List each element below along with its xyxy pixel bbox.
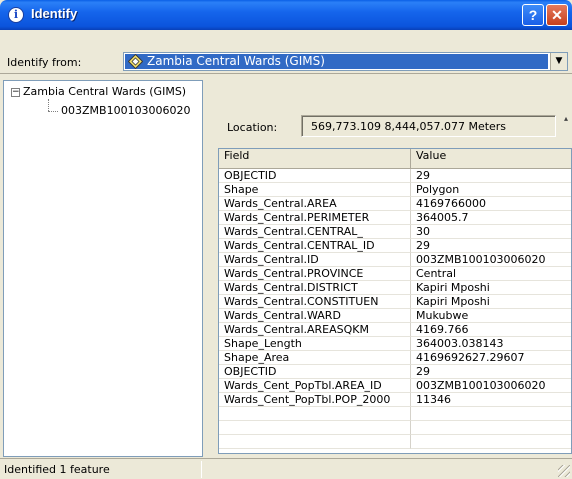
field-cell: Shape_Area: [219, 351, 411, 365]
field-cell: Wards_Central.CONSTITUEN: [219, 295, 411, 309]
value-cell: 11346: [411, 393, 571, 407]
dropdown-selection: Zambia Central Wards (GIMS): [125, 54, 548, 69]
results-tree[interactable]: − Zambia Central Wards (GIMS) 003ZMB1001…: [3, 80, 203, 457]
location-field: 569,773.109 8,444,057.077 Meters: [301, 115, 556, 137]
field-cell: Wards_Central.AREASQKM: [219, 323, 411, 337]
field-cell: Shape: [219, 183, 411, 197]
table-row[interactable]: OBJECTID 29: [219, 169, 571, 183]
field-cell: Wards_Central.CENTRAL_ID: [219, 239, 411, 253]
value-cell: 364005.7: [411, 211, 571, 225]
value-cell: 29: [411, 239, 571, 253]
field-cell: Wards_Central.DISTRICT: [219, 281, 411, 295]
value-cell: 29: [411, 365, 571, 379]
resize-grip-icon[interactable]: [558, 465, 570, 477]
title-bar[interactable]: i Identify ? ✕: [0, 0, 572, 30]
field-cell: Wards_Central.ID: [219, 253, 411, 267]
field-cell: Shape_Length: [219, 337, 411, 351]
table-row[interactable]: Wards_Central.CENTRAL_ID 29: [219, 239, 571, 253]
field-cell: [219, 435, 411, 449]
pane-splitter[interactable]: [205, 80, 211, 457]
value-cell: [411, 407, 571, 421]
table-row[interactable]: Wards_Central.PERIMETER 364005.7: [219, 211, 571, 225]
close-button[interactable]: ✕: [546, 4, 568, 26]
table-row[interactable]: Wards_Central.DISTRICT Kapiri Mposhi: [219, 281, 571, 295]
field-cell: Wards_Central.PROVINCE: [219, 267, 411, 281]
attributes-table[interactable]: Field Value OBJECTID 29 Shape Polygon Wards_…: [218, 148, 572, 454]
table-row[interactable]: Wards_Central.CENTRAL_ 30: [219, 225, 571, 239]
table-row[interactable]: Shape Polygon: [219, 183, 571, 197]
field-cell: Wards_Central.PERIMETER: [219, 211, 411, 225]
table-row[interactable]: [219, 407, 571, 421]
help-button[interactable]: ?: [522, 4, 544, 26]
value-cell: Kapiri Mposhi: [411, 281, 571, 295]
value-cell: 003ZMB100103006020: [411, 253, 571, 267]
info-icon: i: [8, 7, 24, 23]
field-cell: Wards_Central.CENTRAL_: [219, 225, 411, 239]
field-cell: Wards_Cent_PopTbl.POP_2000: [219, 393, 411, 407]
field-cell: Wards_Central.WARD: [219, 309, 411, 323]
value-cell: 364003.038143: [411, 337, 571, 351]
value-cell: Polygon: [411, 183, 571, 197]
table-row[interactable]: OBJECTID 29: [219, 365, 571, 379]
field-cell: [219, 407, 411, 421]
tree-layer-node[interactable]: Zambia Central Wards (GIMS): [23, 85, 186, 98]
layer-diamond-icon: [128, 54, 143, 69]
identify-window: i Identify ? ✕ Identify from: Zambia Cen…: [0, 0, 572, 479]
value-cell: [411, 421, 571, 435]
value-cell: Central: [411, 267, 571, 281]
field-cell: OBJECTID: [219, 169, 411, 183]
table-row[interactable]: Wards_Cent_PopTbl.AREA_ID 003ZMB100103006…: [219, 379, 571, 393]
table-row[interactable]: Wards_Central.ID 003ZMB100103006020: [219, 253, 571, 267]
dropdown-value: Zambia Central Wards (GIMS): [147, 54, 325, 68]
field-cell: Wards_Cent_PopTbl.AREA_ID: [219, 379, 411, 393]
column-header-value[interactable]: Value: [411, 149, 571, 168]
value-cell: [411, 435, 571, 449]
table-row[interactable]: Wards_Central.WARD Mukubwe: [219, 309, 571, 323]
table-row[interactable]: Wards_Cent_PopTbl.POP_2000 11346: [219, 393, 571, 407]
status-text: Identified 1 feature: [4, 463, 110, 476]
status-bar: Identified 1 feature: [0, 458, 572, 479]
field-cell: OBJECTID: [219, 365, 411, 379]
tree-connector: [48, 111, 58, 112]
table-row[interactable]: Shape_Area 4169692627.29607: [219, 351, 571, 365]
tree-connector: [48, 99, 49, 111]
table-row[interactable]: Wards_Central.CONSTITUEN Kapiri Mposhi: [219, 295, 571, 309]
location-label: Location:: [227, 121, 278, 134]
tree-feature-node[interactable]: 003ZMB100103006020: [61, 104, 191, 117]
window-title: Identify: [31, 6, 78, 21]
value-cell: Mukubwe: [411, 309, 571, 323]
details-pane: Location: 569,773.109 8,444,057.077 Mete…: [212, 80, 572, 457]
location-value: 569,773.109 8,444,057.077 Meters: [311, 120, 507, 133]
collapse-toggle-icon[interactable]: −: [11, 88, 20, 97]
value-cell: 29: [411, 169, 571, 183]
table-row[interactable]: [219, 421, 571, 435]
identify-from-dropdown[interactable]: Zambia Central Wards (GIMS) ▼: [123, 52, 568, 71]
chevron-down-icon[interactable]: ▼: [550, 53, 567, 70]
field-cell: Wards_Central.AREA: [219, 197, 411, 211]
value-cell: 003ZMB100103006020: [411, 379, 571, 393]
table-header: Field Value: [219, 149, 571, 169]
value-cell: 30: [411, 225, 571, 239]
field-cell: [219, 421, 411, 435]
value-cell: Kapiri Mposhi: [411, 295, 571, 309]
table-row[interactable]: Shape_Length 364003.038143: [219, 337, 571, 351]
value-cell: 4169.766: [411, 323, 571, 337]
scroll-arrow-icon[interactable]: ▴: [564, 114, 572, 124]
table-row[interactable]: Wards_Central.PROVINCE Central: [219, 267, 571, 281]
value-cell: 4169692627.29607: [411, 351, 571, 365]
table-row[interactable]: Wards_Central.AREASQKM 4169.766: [219, 323, 571, 337]
identify-from-label: Identify from:: [7, 56, 82, 69]
column-header-field[interactable]: Field: [219, 149, 411, 168]
status-divider: [201, 461, 202, 478]
value-cell: 4169766000: [411, 197, 571, 211]
table-row[interactable]: [219, 435, 571, 449]
table-row[interactable]: Wards_Central.AREA 4169766000: [219, 197, 571, 211]
